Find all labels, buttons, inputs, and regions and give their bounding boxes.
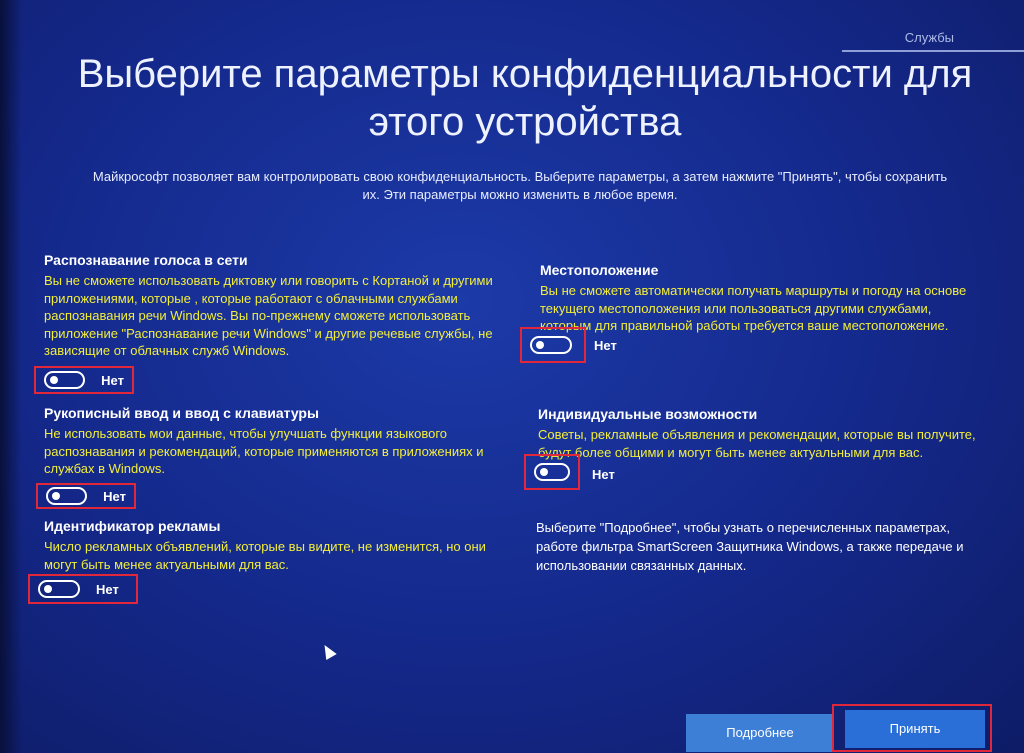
section-online-speech: Распознавание голоса в сети Вы не сможет… — [44, 252, 506, 360]
section-heading: Местоположение — [540, 262, 659, 278]
online-speech-toggle[interactable] — [44, 371, 86, 389]
toggle-row-tailored-experiences — [524, 454, 580, 490]
toggle-row-online-speech: Нет — [34, 366, 134, 394]
toggle-label: Нет — [96, 581, 119, 597]
section-heading: Индивидуальные возможности — [538, 406, 758, 422]
section-description: Вы не сможете использовать диктовку или … — [44, 273, 493, 358]
toggle-knob — [50, 376, 58, 384]
accept-button[interactable]: Принять — [845, 710, 985, 748]
toggle-row-location — [520, 327, 586, 363]
section-description: Советы, рекламные объявления и рекоменда… — [538, 427, 976, 460]
toggle-knob — [536, 341, 544, 349]
page-title: Выберите параметры конфиденциальности дл… — [77, 52, 973, 144]
section-info: Выберите "Подробнее", чтобы узнать о пер… — [536, 518, 976, 575]
mouse-cursor-icon — [319, 641, 337, 661]
toggle-knob — [540, 468, 548, 476]
section-heading: Распознавание голоса в сети — [44, 252, 248, 268]
section-heading: Идентификатор рекламы — [44, 518, 221, 534]
toggle-row-advertising-id: Нет — [28, 574, 138, 604]
toggle-knob — [44, 585, 52, 593]
section-description: Число рекламных объявлений, которые вы в… — [44, 539, 486, 572]
toggle-label: Нет — [101, 372, 124, 388]
more-info-button[interactable]: Подробнее — [686, 714, 834, 752]
section-location: Местоположение Вы не сможете автоматичес… — [540, 262, 980, 335]
section-advertising-id: Идентификатор рекламы Число рекламных об… — [44, 518, 506, 573]
toggle-knob — [52, 492, 60, 500]
section-tailored-experiences: Индивидуальные возможности Советы, рекла… — [538, 406, 986, 461]
section-description: Не использовать мои данные, чтобы улучша… — [44, 426, 484, 476]
toggle-row-inking-typing: Нет — [36, 483, 136, 509]
tab-services[interactable]: Службы — [905, 30, 954, 45]
screen-edge — [0, 0, 22, 753]
tailored-experiences-toggle-label: Нет — [592, 467, 615, 482]
location-toggle-label: Нет — [594, 338, 617, 353]
page-subtitle: Майкрософт позволяет вам контролировать … — [92, 169, 948, 202]
section-heading: Рукописный ввод и ввод с клавиатуры — [44, 405, 319, 421]
section-description: Вы не сможете автоматически получать мар… — [540, 283, 967, 333]
advertising-id-toggle[interactable] — [38, 580, 80, 598]
tailored-experiences-toggle[interactable] — [534, 463, 570, 481]
location-toggle[interactable] — [530, 336, 572, 354]
info-text: Выберите "Подробнее", чтобы узнать о пер… — [536, 520, 964, 573]
section-inking-typing: Рукописный ввод и ввод с клавиатуры Не и… — [44, 405, 506, 478]
inking-typing-toggle[interactable] — [46, 487, 88, 505]
toggle-label: Нет — [103, 488, 126, 504]
